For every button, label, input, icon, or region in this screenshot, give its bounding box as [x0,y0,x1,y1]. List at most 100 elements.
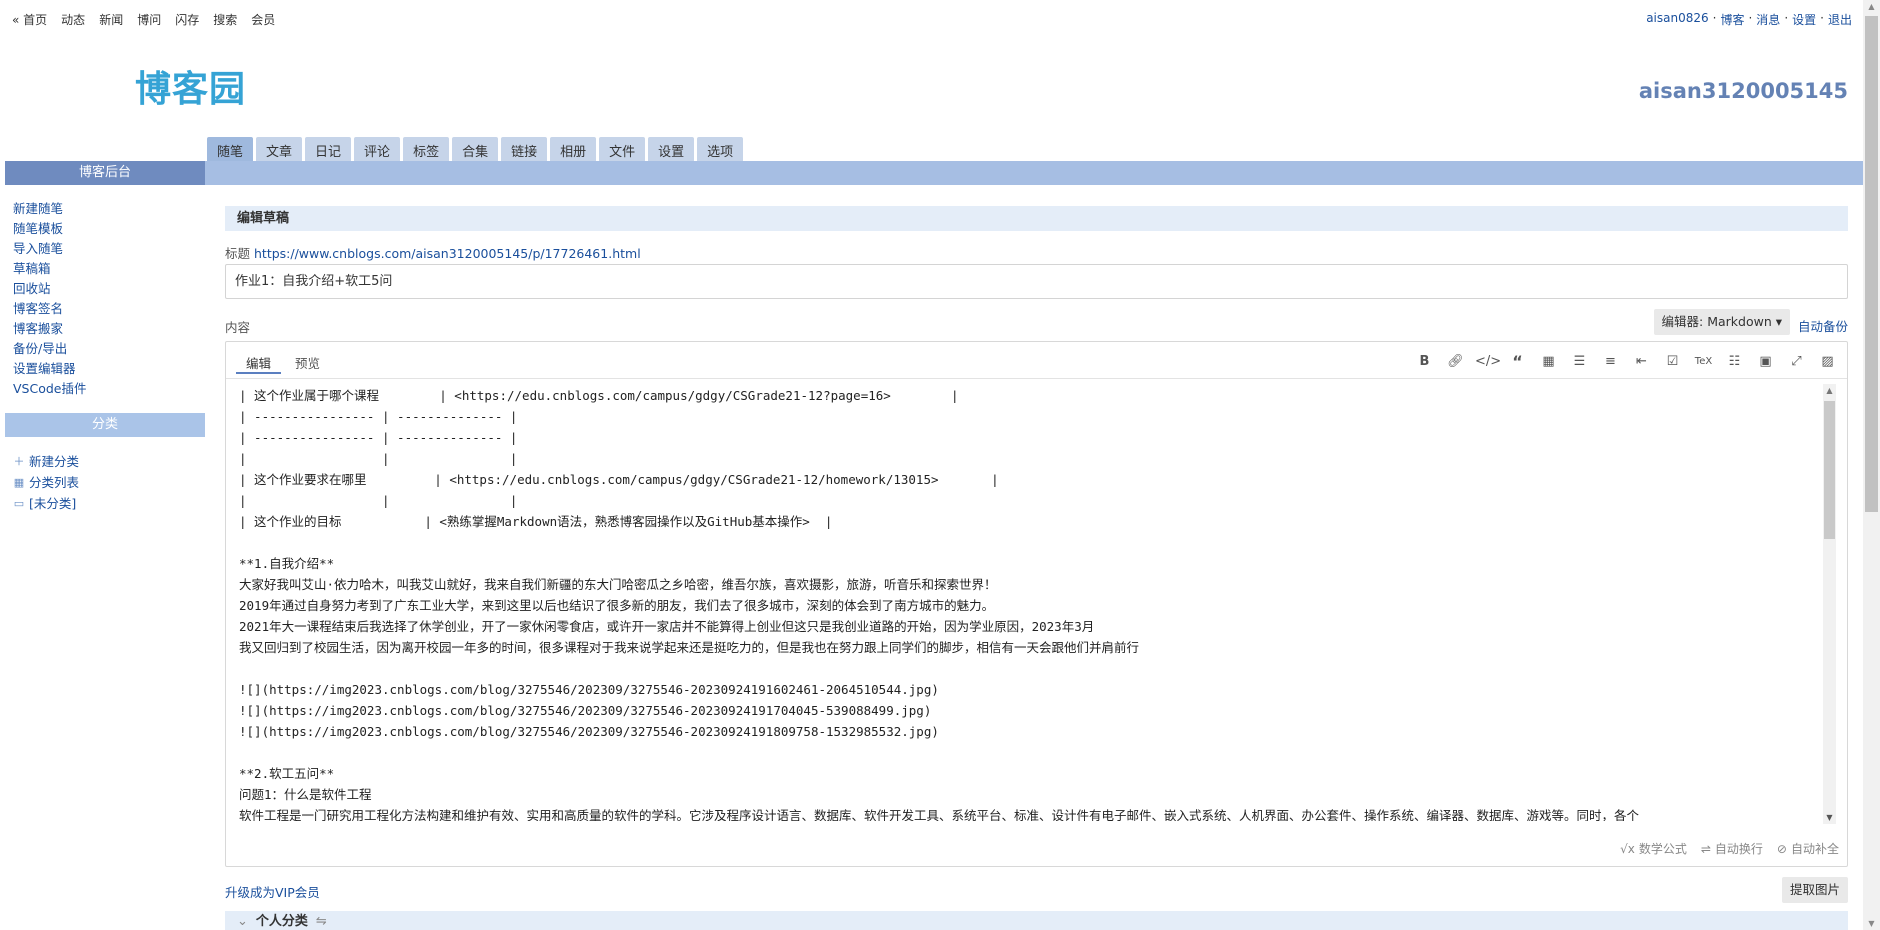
chevron-down-icon[interactable]: ⌄ [237,911,248,930]
tab-albums[interactable]: 相册 [550,137,597,161]
category-list[interactable]: ▦ 分类列表 [13,472,205,493]
sidebar-item-blog-signature[interactable]: 博客签名 [13,299,205,319]
sidebar-item-drafts[interactable]: 草稿箱 [13,259,205,279]
title-row: 标题 https://www.cnblogs.com/aisan31200051… [225,243,1848,261]
sidebar-item-blog-move[interactable]: 博客搬家 [13,319,205,339]
nav-search-link[interactable]: 搜索 [213,11,237,28]
category-uncategorized-label: [未分类] [29,496,77,511]
code-icon[interactable]: </> [1475,352,1501,372]
quote-icon[interactable]: “ [1506,352,1529,372]
editor-scrollbar[interactable]: ▲ ▼ [1823,384,1836,824]
sidebar-item-recycle-bin[interactable]: 回收站 [13,279,205,299]
image-icon[interactable]: ▨ [1816,352,1839,372]
tab-comments[interactable]: 评论 [354,137,401,161]
sidebar-item-vscode-plugin[interactable]: VSCode插件 [13,379,205,399]
messages-link[interactable]: 消息 [1756,11,1780,28]
tab-settings[interactable]: 设置 [648,137,695,161]
auto-wrap-toggle[interactable]: ⇌ 自动换行 [1701,840,1763,857]
nav-home-link[interactable]: « 首页 [12,11,47,28]
editor-textarea[interactable]: | 这个作业属于哪个课程 | <https://edu.cnblogs.com/… [239,385,1817,821]
title-label: 标题 [225,246,251,261]
page-scroll-down-icon[interactable]: ▼ [1863,919,1880,928]
blog-link[interactable]: 博客 [1720,11,1744,28]
indent-icon[interactable]: ⇤ [1630,352,1653,372]
tab-diary[interactable]: 日记 [305,137,352,161]
editor-select[interactable]: 编辑器: Markdown ▾ [1653,309,1790,335]
tab-preview[interactable]: 预览 [285,350,330,374]
fullscreen-icon[interactable]: ⤢ [1785,352,1808,372]
tab-edit[interactable]: 编辑 [236,350,282,374]
editor-line: | | | [239,451,518,466]
username-link[interactable]: aisan0826 [1646,11,1708,28]
checkbox-icon[interactable]: ☑ [1661,352,1684,372]
user-links: aisan0826 · 博客 · 消息 · 设置 · 退出 [1646,11,1852,28]
upgrade-vip-link[interactable]: 升级成为VIP会员 [225,882,320,901]
table-icon[interactable]: ▦ [1537,352,1560,372]
plus-icon: ＋ [13,455,25,468]
page-scrollbar[interactable]: ▲ ▼ [1863,0,1880,930]
logout-link[interactable]: 退出 [1828,11,1852,28]
unordered-list-icon[interactable]: ☰ [1568,352,1591,372]
sidebar-item-import-posts[interactable]: 导入随笔 [13,239,205,259]
link-icon[interactable]: 🔗︎ [1444,352,1467,372]
editor-line: 我又回归到了校园生活，因为离开校园一年多的时间，很多课程对于我来说学起来还是挺吃… [239,640,1140,655]
nav-vip-link[interactable]: 会员 [251,11,275,28]
math-formula-label: 数学公式 [1638,842,1687,856]
toc-icon[interactable]: ☷ [1723,352,1746,372]
nav-questions-link[interactable]: 博问 [137,11,161,28]
scroll-down-arrow-icon[interactable]: ▼ [1823,811,1836,824]
scroll-up-arrow-icon[interactable]: ▲ [1823,384,1836,397]
post-url-link[interactable]: https://www.cnblogs.com/aisan3120005145/… [254,246,641,261]
editor-line: 大家好我叫艾山·依力哈木，叫我艾山就好，我来自我们新疆的东大门哈密瓜之乡哈密，维… [239,577,997,592]
editor-line: 问题1：什么是软件工程 [239,787,372,802]
editor-line: | 这个作业要求在哪里 | <https://edu.cnblogs.com/c… [239,472,999,487]
auto-wrap-label: 自动换行 [1714,842,1763,856]
nav-flash-link[interactable]: 闪存 [175,11,199,28]
tab-collections[interactable]: 合集 [452,137,499,161]
tab-files[interactable]: 文件 [599,137,646,161]
sidebar-item-editor-settings[interactable]: 设置编辑器 [13,359,205,379]
category-uncategorized[interactable]: ▭ [未分类] [13,493,205,514]
category-list-label: 分类列表 [29,475,80,490]
tab-options[interactable]: 选项 [697,137,744,161]
wrap-icon: ⇌ [1700,841,1711,856]
blog-name[interactable]: aisan3120005145 [1639,79,1848,103]
auto-complete-label: 自动补全 [1790,842,1839,856]
category-new[interactable]: ＋ 新建分类 [13,451,205,472]
ordered-list-icon[interactable]: ≡ [1599,352,1622,372]
sidebar-item-post-templates[interactable]: 随笔模板 [13,219,205,239]
sidebar: 博客后台 新建随笔 随笔模板 导入随笔 草稿箱 回收站 博客签名 博客搬家 备份… [5,161,205,514]
extract-images-button[interactable]: 提取图片 [1781,877,1848,903]
cnblogs-logo[interactable]: 博客园 [135,60,246,112]
tex-icon[interactable]: TeX [1692,352,1715,372]
bold-icon[interactable]: B [1413,352,1436,372]
markdown-editor: 编辑 预览 B 🔗︎ </> “ ▦ ☰ ≡ ⇤ ☑ TeX ☷ ▣ ⤢ ▨ |… [225,341,1848,867]
page-scroll-up-icon[interactable]: ▲ [1863,2,1880,11]
title-input[interactable]: 作业1：自我介绍+软工5问 [225,264,1848,299]
page-scroll-thumb[interactable] [1865,16,1878,512]
nav-news-feed-link[interactable]: 动态 [61,11,85,28]
scroll-thumb[interactable] [1824,401,1835,539]
sidebar-item-backup-export[interactable]: 备份/导出 [13,339,205,359]
autobackup-link[interactable]: 自动备份 [1798,316,1848,335]
nav-news-link[interactable]: 新闻 [99,11,123,28]
tab-links[interactable]: 链接 [501,137,548,161]
personal-category-header[interactable]: ⌄ 个人分类 ⇋ [225,911,1848,930]
save-icon[interactable]: ▣ [1754,352,1777,372]
settings-link[interactable]: 设置 [1792,11,1816,28]
editor-line: 2021年大一课程结束后我选择了休学创业，开了一家休闲零食店，或许开一家店并不能… [239,619,1095,634]
category-title: 分类 [5,413,205,437]
vip-row: 升级成为VIP会员 提取图片 [225,877,1848,903]
section-title: 编辑草稿 [225,206,1848,231]
tab-articles[interactable]: 文章 [256,137,303,161]
sidebar-item-new-post[interactable]: 新建随笔 [13,199,205,219]
content-label: 内容 [225,320,251,335]
tab-tags[interactable]: 标签 [403,137,450,161]
editor-tabs: 编辑 预览 [236,350,330,374]
math-formula-toggle[interactable]: √x 数学公式 [1620,840,1687,857]
tab-posts[interactable]: 随笔 [207,137,254,161]
auto-complete-toggle[interactable]: ⊘ 自动补全 [1777,840,1839,857]
swap-icon[interactable]: ⇋ [316,911,327,930]
editor-line: | ---------------- | -------------- | [239,409,518,424]
